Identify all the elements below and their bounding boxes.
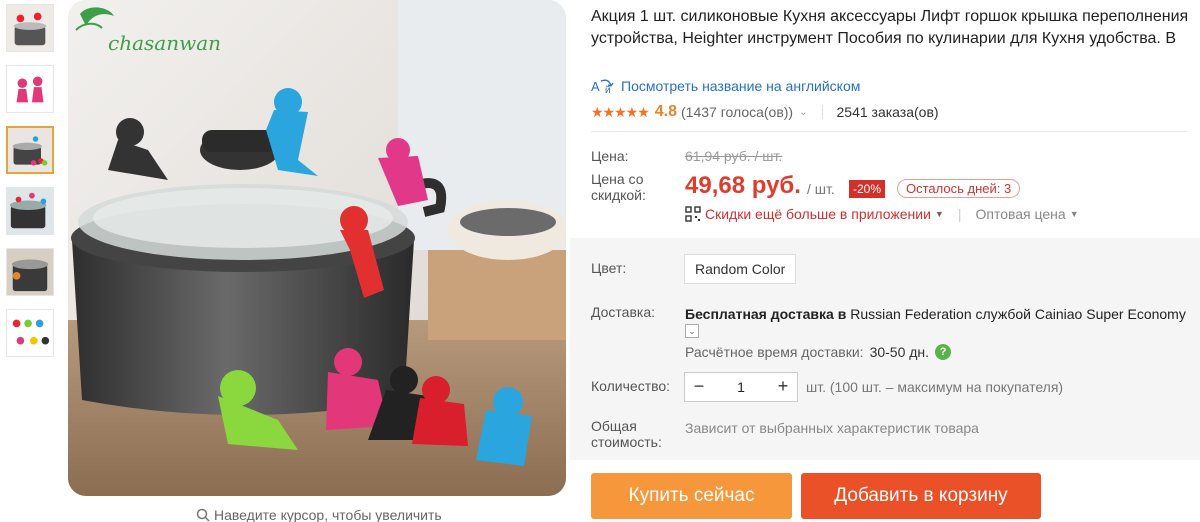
thumbnail-1[interactable] bbox=[6, 4, 54, 52]
magnifier-icon bbox=[196, 508, 210, 522]
thumbnail-6[interactable] bbox=[6, 309, 54, 357]
thumbnail-strip bbox=[6, 4, 56, 370]
product-info-panel: Акция 1 шт. силиконовые Кухня аксессуары… bbox=[570, 0, 1200, 522]
discount-price: 49,68 руб. bbox=[685, 172, 801, 199]
free-shipping-text: Бесплатная доставка в bbox=[685, 306, 847, 322]
add-to-cart-button[interactable]: Добавить в корзину bbox=[801, 473, 1041, 519]
qr-code-icon bbox=[685, 206, 701, 222]
shipping-dropdown-icon[interactable]: ⌄ bbox=[685, 324, 699, 338]
orders-count: 2541 заказа(ов) bbox=[836, 104, 939, 120]
thumbnail-4[interactable] bbox=[6, 187, 54, 235]
caret-down-icon: ▼ bbox=[1069, 209, 1079, 219]
quantity-label: Количество: bbox=[591, 378, 671, 394]
divider bbox=[821, 105, 823, 119]
shipping-destination[interactable]: Russian Federation службой Cainiao Super… bbox=[850, 306, 1186, 322]
rating-row: ★★★★★ 4.8 (1437 голоса(ов)) ⌄ 2541 заказ… bbox=[591, 102, 939, 122]
app-deal-row: Скидки ещё больше в приложении ▼ | Оптов… bbox=[685, 206, 1079, 222]
color-option-button[interactable]: Random Color bbox=[684, 254, 797, 284]
quantity-stepper: − 1 + bbox=[684, 372, 798, 402]
wholesale-price-text[interactable]: Оптовая цена bbox=[975, 206, 1065, 222]
svg-text:й: й bbox=[605, 85, 611, 94]
caret-down-icon[interactable]: ▼ bbox=[935, 209, 944, 219]
zoom-hint: Наведите курсор, чтобы увеличить bbox=[196, 507, 442, 522]
price-label: Цена: bbox=[591, 148, 629, 164]
delivery-estimate-label: Расчётное время доставки: bbox=[685, 344, 864, 360]
zoom-hint-text: Наведите курсор, чтобы увеличить bbox=[214, 507, 442, 522]
quantity-decrease-button[interactable]: − bbox=[685, 373, 713, 401]
translate-icon: A й bbox=[591, 79, 614, 94]
divider: | bbox=[957, 206, 962, 222]
total-note: Зависит от выбранных характеристик товар… bbox=[685, 420, 979, 436]
quantity-input[interactable]: 1 bbox=[713, 379, 769, 395]
rating-value: 4.8 bbox=[654, 103, 678, 120]
quantity-limit-note: шт. (100 шт. – максимум на покупателя) bbox=[806, 379, 1064, 395]
discount-price-label: Цена со скидкой: bbox=[591, 171, 646, 203]
translate-link-text[interactable]: Посмотреть название на английском bbox=[621, 78, 860, 94]
wholesale-price-link[interactable]: Оптовая цена ▼ bbox=[975, 206, 1078, 222]
days-left-badge: Осталось дней: 3 bbox=[897, 179, 1021, 198]
votes-link[interactable]: (1437 голоса(ов)) bbox=[681, 104, 793, 120]
delivery-estimate-value: 30-50 дн. bbox=[869, 344, 930, 360]
product-title: Акция 1 шт. силиконовые Кухня аксессуары… bbox=[591, 8, 1189, 47]
svg-text:chasanwan: chasanwan bbox=[108, 31, 221, 55]
chevron-down-icon[interactable]: ⌄ bbox=[799, 107, 807, 118]
buy-now-button[interactable]: Купить сейчас bbox=[591, 473, 792, 519]
thumbnail-5[interactable] bbox=[6, 248, 54, 296]
help-icon[interactable]: ? bbox=[935, 344, 952, 360]
price-unit: / шт. bbox=[807, 181, 835, 197]
app-deal-link[interactable]: Скидки ещё больше в приложении bbox=[705, 206, 931, 222]
discount-badge: -20% bbox=[849, 180, 886, 198]
shipping-label: Доставка: bbox=[591, 304, 656, 320]
quantity-increase-button[interactable]: + bbox=[769, 373, 797, 401]
delivery-estimate: Расчётное время доставки: 30-50 дн. ? bbox=[685, 344, 952, 360]
shipping-info: Бесплатная доставка в Russian Federation… bbox=[685, 305, 1186, 323]
main-product-image[interactable]: chasanwan bbox=[68, 0, 566, 496]
star-rating-icon: ★★★★★ bbox=[591, 103, 650, 120]
divider bbox=[591, 131, 1187, 132]
total-label: Общая стоимость: bbox=[591, 418, 662, 450]
translate-link[interactable]: A й Посмотреть название на английском bbox=[591, 78, 860, 94]
thumbnail-3[interactable] bbox=[6, 126, 54, 174]
thumbnail-2[interactable] bbox=[6, 65, 54, 113]
color-label: Цвет: bbox=[591, 260, 627, 276]
old-price: 61,94 руб. / шт. bbox=[685, 148, 783, 164]
svg-text:A: A bbox=[591, 79, 600, 94]
